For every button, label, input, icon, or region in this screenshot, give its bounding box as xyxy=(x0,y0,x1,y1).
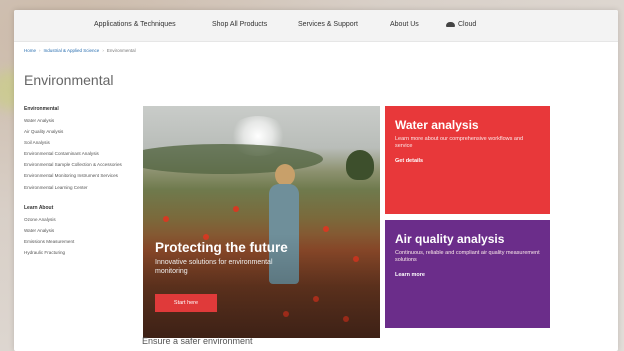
sidebar-item[interactable]: Emissions Measurement xyxy=(24,239,139,246)
breadcrumb-separator: › xyxy=(39,48,41,53)
sidebar-heading-environmental[interactable]: Environmental xyxy=(24,106,139,112)
air-learn-more-link[interactable]: Learn more xyxy=(395,272,540,278)
sidebar: Environmental Water Analysis Air Quality… xyxy=(24,106,139,261)
water-analysis-title: Water analysis xyxy=(395,118,479,132)
breadcrumb-industrial[interactable]: Industrial & Applied Science xyxy=(44,48,100,53)
start-here-button[interactable]: Start here xyxy=(155,294,217,312)
air-quality-description: Continuous, reliable and compliant air q… xyxy=(395,250,540,263)
air-quality-title: Air quality analysis xyxy=(395,232,505,246)
nav-services-support[interactable]: Services & Support xyxy=(298,21,358,28)
nav-cloud-label: Cloud xyxy=(458,21,477,28)
hero-banner: Protecting the future Innovative solutio… xyxy=(143,106,380,338)
sidebar-item[interactable]: Water Analysis xyxy=(24,118,139,125)
hero-subtitle: Innovative solutions for environmental m… xyxy=(155,259,273,275)
breadcrumb-home[interactable]: Home xyxy=(24,48,36,53)
hero-title: Protecting the future xyxy=(155,240,288,255)
nav-applications-techniques[interactable]: Applications & Techniques xyxy=(94,21,176,28)
sidebar-item[interactable]: Soil Analysis xyxy=(24,140,139,147)
browser-screen: Applications & Techniques Shop All Produ… xyxy=(14,10,618,351)
sidebar-item[interactable]: Environmental Sample Collection & Access… xyxy=(24,162,139,169)
nav-shop-all-products[interactable]: Shop All Products xyxy=(212,21,267,28)
sidebar-heading-learn-about: Learn About xyxy=(24,204,54,211)
sidebar-item[interactable]: Hydraulic Fracturing xyxy=(24,250,139,257)
water-analysis-tile[interactable]: Water analysis Learn more about our comp… xyxy=(385,106,550,214)
page-title: Environmental xyxy=(24,72,114,88)
sidebar-item[interactable]: Air Quality Analysis xyxy=(24,129,139,136)
sidebar-item[interactable]: Ozone Analysis xyxy=(24,217,139,224)
sidebar-item[interactable]: Environmental Monitoring Instrument Serv… xyxy=(24,173,139,180)
air-quality-tile[interactable]: Air quality analysis Continuous, reliabl… xyxy=(385,220,550,328)
breadcrumb-separator: › xyxy=(102,48,104,53)
nav-about-us[interactable]: About Us xyxy=(390,21,419,28)
sidebar-item[interactable]: Environmental Learning Center xyxy=(24,185,139,192)
sidebar-item[interactable]: Environmental Contaminant Analysis xyxy=(24,151,139,158)
cloud-icon xyxy=(446,21,455,27)
water-get-details-link[interactable]: Get details xyxy=(395,158,540,164)
water-analysis-description: Learn more about our comprehensive workf… xyxy=(395,136,524,149)
breadcrumb-current: Environmental xyxy=(106,48,136,53)
breadcrumb: Home › Industrial & Applied Science › Enviro… xyxy=(24,48,136,53)
sidebar-item[interactable]: Water Analysis xyxy=(24,228,139,235)
section-heading: Ensure a safer environment xyxy=(142,336,253,346)
top-navigation: Applications & Techniques Shop All Produ… xyxy=(14,10,618,42)
nav-cloud[interactable]: Cloud xyxy=(446,21,476,28)
